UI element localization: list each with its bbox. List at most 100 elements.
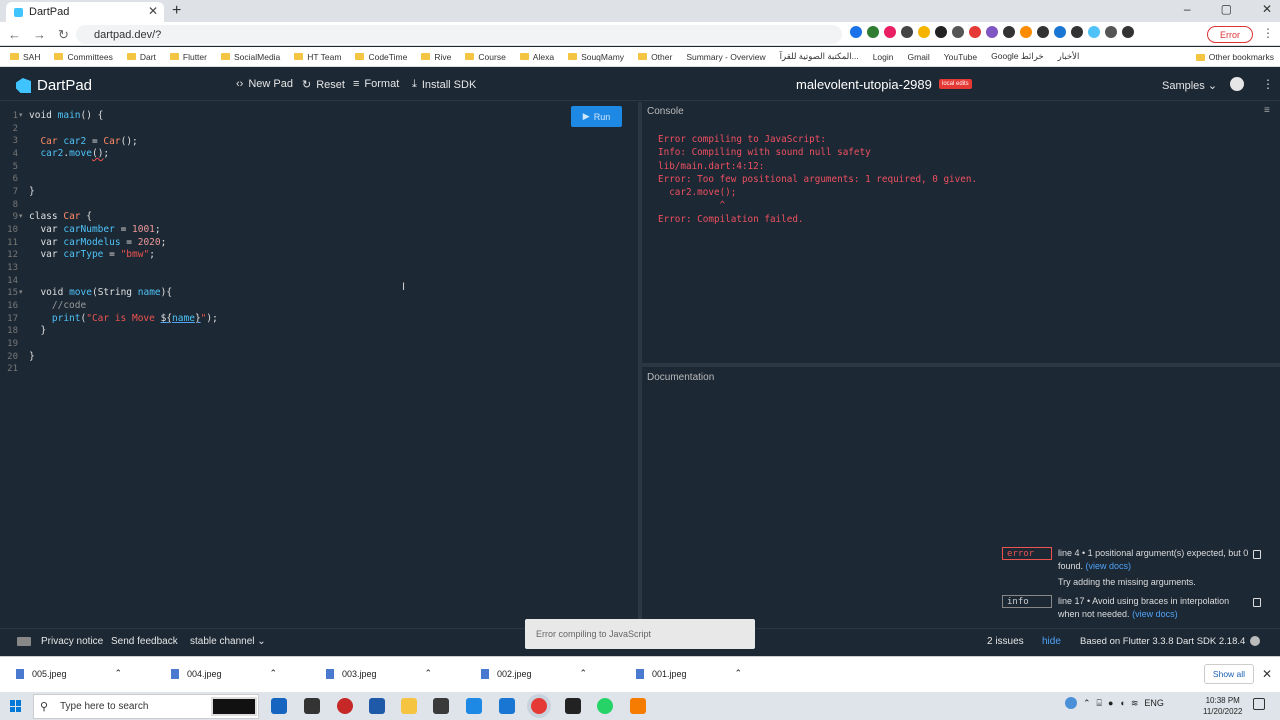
network-icon[interactable]: ⌸ <box>1097 698 1102 709</box>
profile-error-pill[interactable]: Error <box>1207 26 1253 43</box>
feedback-link[interactable]: Send feedback <box>111 636 178 647</box>
puzzle-icon[interactable] <box>1105 26 1117 38</box>
bookmark[interactable]: YouTube <box>944 52 977 62</box>
chevron-up-icon[interactable]: ⌃ <box>270 668 278 679</box>
samples-dropdown[interactable]: Samples ⌄ <box>1162 79 1217 92</box>
wifi-icon[interactable]: ≋ <box>1131 698 1139 709</box>
download-item[interactable]: 005.jpeg ⌃ <box>16 668 122 679</box>
browser-menu-icon[interactable]: ⋮ <box>1262 26 1274 40</box>
show-all-button[interactable]: Show all <box>1204 664 1254 684</box>
extension-icon[interactable] <box>901 26 913 38</box>
close-tab-icon[interactable]: ✕ <box>148 4 158 18</box>
chevron-up-icon[interactable]: ⌃ <box>735 668 743 679</box>
whatsapp-icon[interactable] <box>597 698 613 714</box>
download-item[interactable]: 001.jpeg ⌃ <box>636 668 742 679</box>
back-icon[interactable]: ← <box>8 27 21 43</box>
privacy-link[interactable]: Privacy notice <box>41 636 103 647</box>
store-icon[interactable] <box>433 698 449 714</box>
bookmark[interactable]: Rive <box>421 52 451 62</box>
extension-icon[interactable] <box>1054 26 1066 38</box>
bookmark[interactable]: Course <box>465 52 506 62</box>
notification-icon[interactable] <box>1253 698 1265 710</box>
file-explorer-icon[interactable] <box>401 698 417 714</box>
extension-icon[interactable] <box>884 26 896 38</box>
copy-icon[interactable] <box>1253 550 1261 559</box>
bookmark[interactable]: CodeTime <box>355 52 407 62</box>
new-pad-button[interactable]: ‹› New Pad <box>236 78 293 90</box>
fold-arrow-icon[interactable]: ▾ <box>19 288 23 296</box>
chevron-up-icon[interactable]: ⌃ <box>1083 698 1091 709</box>
volume-icon[interactable]: ◖ <box>1119 698 1124 708</box>
download-item[interactable]: 003.jpeg ⌃ <box>326 668 432 679</box>
forward-icon[interactable]: → <box>33 27 46 43</box>
bookmark[interactable]: الأخبار <box>1058 51 1080 62</box>
bookmark[interactable]: المكتبة الصوتية للقرآ... <box>780 51 859 62</box>
taskbar-app-icon[interactable] <box>337 698 353 714</box>
bookmark[interactable]: Google خرائط <box>991 51 1044 62</box>
extension-icon[interactable] <box>1088 26 1100 38</box>
chevron-up-icon[interactable]: ⌃ <box>115 668 123 679</box>
extension-icon[interactable] <box>850 26 862 38</box>
more-options-icon[interactable]: ⋮ <box>1262 77 1274 91</box>
bookmark[interactable]: Summary - Overview <box>686 52 765 62</box>
extension-icon[interactable] <box>969 26 981 38</box>
extension-icon[interactable] <box>952 26 964 38</box>
view-docs-link[interactable]: (view docs) <box>1086 561 1132 571</box>
taskbar-app-icon[interactable] <box>369 698 385 714</box>
bookmark[interactable]: SocialMedia <box>220 52 280 62</box>
dartpad-logo[interactable]: DartPad <box>16 77 92 94</box>
extension-icon[interactable] <box>918 26 930 38</box>
chevron-up-icon[interactable]: ⌃ <box>425 668 433 679</box>
run-button[interactable]: ▶ Run <box>571 106 622 127</box>
github-icon[interactable] <box>1230 77 1244 91</box>
new-tab-button[interactable]: + <box>172 2 181 20</box>
pad-name[interactable]: malevolent-utopia-2989 <box>796 77 932 92</box>
chrome-icon[interactable] <box>531 698 547 714</box>
browser-tab[interactable]: DartPad ✕ <box>6 2 164 22</box>
close-window-button[interactable]: ✕ <box>1262 2 1272 16</box>
download-item[interactable]: 002.jpeg ⌃ <box>481 668 587 679</box>
extension-icon[interactable] <box>867 26 879 38</box>
horizontal-splitter[interactable] <box>642 363 1280 367</box>
code-editor[interactable] <box>0 102 638 628</box>
taskbar-app-icon[interactable] <box>630 698 646 714</box>
microphone-icon[interactable]: ● <box>1108 698 1113 708</box>
channel-dropdown[interactable]: stable channel ⌄ <box>190 636 266 647</box>
bookmark[interactable]: Other <box>638 52 672 62</box>
bookmark[interactable]: Login <box>873 52 894 62</box>
copy-icon[interactable] <box>1253 598 1261 607</box>
console-menu-icon[interactable]: ≡ <box>1264 105 1270 116</box>
format-button[interactable]: ≡ Format <box>353 78 399 90</box>
vscode-icon[interactable] <box>466 698 482 714</box>
extension-icon[interactable] <box>986 26 998 38</box>
taskbar-clock[interactable]: 10:38 PM 11/20/2022 <box>1203 695 1242 717</box>
taskbar-app-icon[interactable] <box>304 698 320 714</box>
language-indicator[interactable]: ENG <box>1144 698 1164 708</box>
maximize-button[interactable]: ▢ <box>1221 2 1232 16</box>
weather-icon[interactable] <box>1065 697 1077 709</box>
bookmark[interactable]: Committees <box>54 52 113 62</box>
extension-icon[interactable] <box>935 26 947 38</box>
bookmark[interactable]: SAH <box>10 52 40 62</box>
bookmark[interactable]: SouqMamy <box>568 52 624 62</box>
fold-arrow-icon[interactable]: ▾ <box>19 111 23 119</box>
extension-icon[interactable] <box>1003 26 1015 38</box>
extension-icon[interactable] <box>1037 26 1049 38</box>
install-sdk-button[interactable]: ⤓ Install SDK <box>412 78 476 91</box>
reload-icon[interactable]: ↻ <box>58 27 69 43</box>
bookmark[interactable]: HT Team <box>294 52 341 62</box>
url-input[interactable]: dartpad.dev/? <box>76 25 842 44</box>
bookmark[interactable]: Gmail <box>908 52 930 62</box>
mail-icon[interactable] <box>499 698 515 714</box>
extension-icon[interactable] <box>1020 26 1032 38</box>
bookmark[interactable]: Flutter <box>169 52 207 62</box>
chevron-up-icon[interactable]: ⌃ <box>580 668 588 679</box>
close-downloads-icon[interactable]: ✕ <box>1262 667 1272 681</box>
windows-start-icon[interactable] <box>10 700 22 712</box>
bookmark[interactable]: Alexa <box>519 52 554 62</box>
minimize-button[interactable]: – <box>1184 2 1191 16</box>
view-docs-link[interactable]: (view docs) <box>1132 609 1178 619</box>
hide-issues-link[interactable]: hide <box>1042 636 1061 647</box>
keyboard-icon[interactable] <box>17 637 31 646</box>
sidebar-icon[interactable] <box>1122 26 1134 38</box>
